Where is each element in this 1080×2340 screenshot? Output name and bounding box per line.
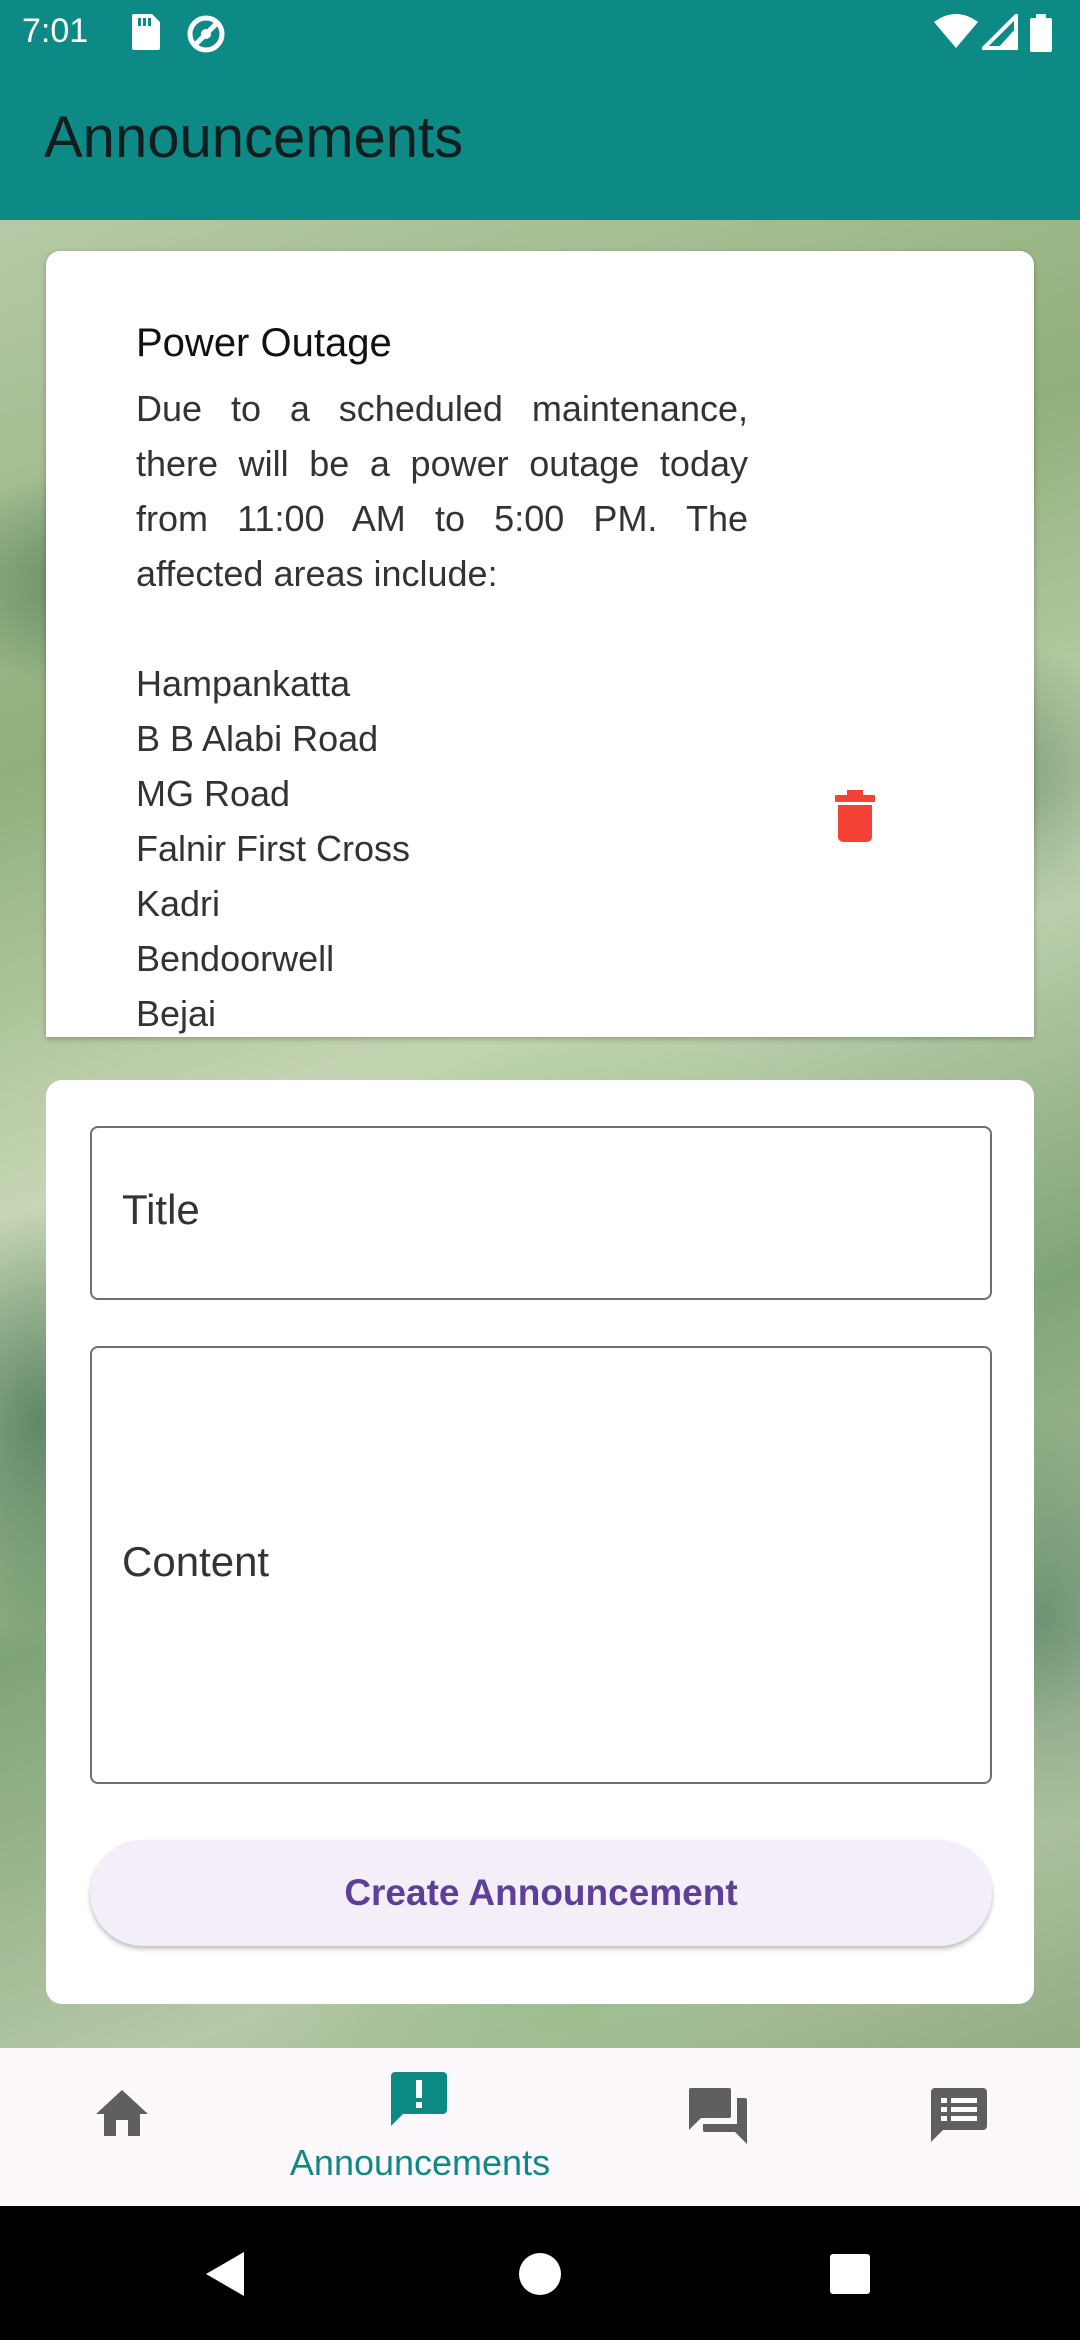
recents-icon[interactable] bbox=[830, 2254, 870, 2294]
status-bar: 7:01 bbox=[0, 0, 1080, 66]
cellular-signal-icon bbox=[979, 11, 1018, 54]
wifi-icon bbox=[934, 14, 978, 54]
content-field[interactable]: Content bbox=[90, 1346, 992, 1784]
delete-announcement-button[interactable] bbox=[827, 784, 883, 848]
home-icon bbox=[96, 2090, 148, 2136]
trash-icon bbox=[835, 790, 875, 842]
page-title: Announcements bbox=[44, 105, 464, 170]
title-field-label: Title bbox=[122, 1186, 200, 1233]
back-icon[interactable] bbox=[204, 2252, 244, 2296]
nav-item-forum[interactable] bbox=[585, 2048, 855, 2206]
no-disturb-icon bbox=[186, 14, 226, 58]
status-time: 7:01 bbox=[22, 12, 89, 50]
battery-icon bbox=[1030, 14, 1052, 56]
nav-item-announcements[interactable]: Announcements bbox=[285, 2048, 555, 2206]
title-field[interactable]: Title bbox=[90, 1126, 992, 1300]
nav-item-home[interactable] bbox=[0, 2048, 270, 2206]
announcement-body: Due to a scheduled maintenance, there wi… bbox=[136, 388, 748, 1034]
content-field-label: Content bbox=[122, 1538, 270, 1585]
app-bar: Announcements bbox=[0, 66, 1080, 220]
sd-card-icon bbox=[130, 14, 160, 54]
forum-icon bbox=[689, 2088, 747, 2144]
feedback-icon bbox=[931, 2088, 987, 2142]
create-announcement-button[interactable]: Create Announcement bbox=[90, 1840, 992, 1946]
home-circle-icon[interactable] bbox=[518, 2252, 562, 2296]
announcement-title: Power Outage bbox=[136, 321, 392, 365]
bottom-navigation: Announcements bbox=[0, 2048, 1080, 2206]
announcement-card: Power Outage Due to a scheduled maintena… bbox=[46, 251, 1034, 1037]
system-navigation-bar bbox=[0, 2206, 1080, 2340]
nav-label-announcements: Announcements bbox=[289, 2142, 551, 2183]
announcement-icon bbox=[391, 2072, 447, 2126]
nav-item-feedback[interactable] bbox=[825, 2048, 1080, 2206]
announcement-form: Title Content Create Announcement bbox=[46, 1080, 1034, 2004]
